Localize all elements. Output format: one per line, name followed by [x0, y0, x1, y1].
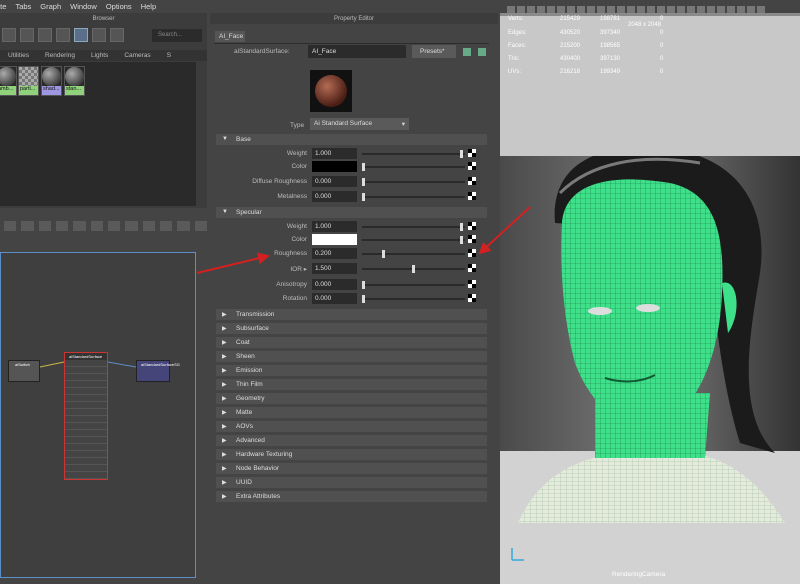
annotation-arrow: [196, 252, 270, 274]
annotation-arrow: [478, 206, 531, 255]
annotation-arrows: [196, 206, 531, 274]
